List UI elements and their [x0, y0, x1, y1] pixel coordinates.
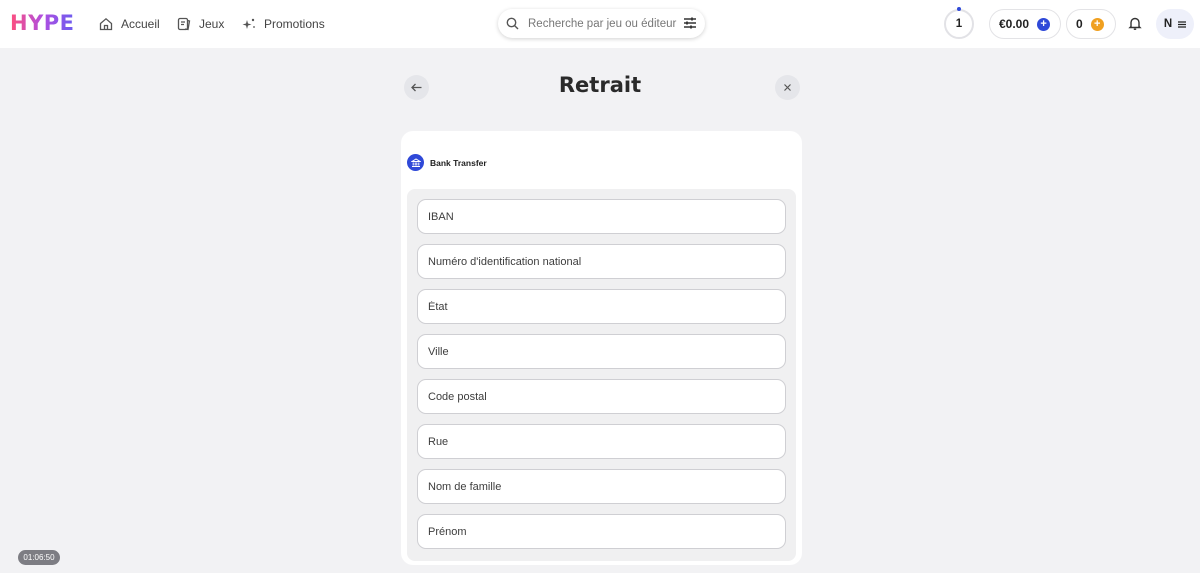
menu-icon — [1178, 20, 1187, 28]
nav-home-label: Accueil — [121, 17, 160, 31]
payment-method[interactable]: Bank Transfer — [407, 154, 487, 171]
national-id-input[interactable] — [428, 255, 785, 268]
balance-pill[interactable]: €0.00 + — [989, 9, 1061, 39]
filter-icon[interactable] — [683, 16, 697, 30]
state-field[interactable] — [417, 289, 786, 324]
avatar-initial: N — [1163, 18, 1173, 30]
first-name-input[interactable] — [428, 525, 785, 538]
coin-plus-icon[interactable]: + — [1090, 17, 1104, 31]
last-name-field[interactable] — [417, 469, 786, 504]
balance-value: €0.00 — [999, 17, 1030, 31]
nav-games[interactable]: Jeux — [177, 14, 224, 34]
session-timer: 01:06:50 — [18, 550, 60, 565]
coins-value: 0 — [1076, 17, 1083, 31]
close-icon — [784, 84, 791, 91]
account-menu-button[interactable]: N — [1156, 9, 1194, 39]
close-button[interactable] — [775, 75, 800, 100]
city-field[interactable] — [417, 334, 786, 369]
nav-promotions-label: Promotions — [264, 17, 325, 31]
top-bar: HYPE Accueil Jeux Promotions 1 €0.00 + 0… — [0, 0, 1200, 48]
arrow-left-icon — [411, 83, 422, 92]
search-input[interactable] — [528, 17, 678, 30]
nav-promotions[interactable]: Promotions — [242, 14, 325, 34]
level-progress-dot — [957, 7, 961, 11]
level-value: 1 — [955, 18, 963, 30]
national-id-field[interactable] — [417, 244, 786, 279]
home-icon — [99, 17, 113, 31]
postal-code-field[interactable] — [417, 379, 786, 414]
postal-code-input[interactable] — [428, 390, 785, 403]
back-button[interactable] — [404, 75, 429, 100]
page-title: Retrait — [558, 73, 642, 97]
street-input[interactable] — [428, 435, 785, 448]
nav-home[interactable]: Accueil — [99, 14, 160, 34]
state-input[interactable] — [428, 300, 785, 313]
logo[interactable]: HYPE — [10, 11, 75, 35]
bank-icon — [407, 154, 424, 171]
games-icon — [177, 17, 191, 31]
sparkle-icon — [242, 18, 255, 29]
nav-games-label: Jeux — [199, 17, 225, 31]
coins-pill[interactable]: 0 + — [1066, 9, 1116, 39]
last-name-input[interactable] — [428, 480, 785, 493]
withdraw-card: Bank Transfer — [401, 131, 802, 565]
payment-method-label: Bank Transfer — [430, 157, 487, 168]
deposit-plus-icon[interactable]: + — [1037, 17, 1051, 31]
withdraw-form — [407, 189, 796, 561]
search-icon — [506, 17, 519, 30]
city-input[interactable] — [428, 345, 785, 358]
first-name-field[interactable] — [417, 514, 786, 549]
iban-field[interactable] — [417, 199, 786, 234]
bell-icon[interactable] — [1128, 16, 1142, 31]
street-field[interactable] — [417, 424, 786, 459]
level-badge[interactable]: 1 — [944, 7, 974, 39]
search-bar — [498, 9, 705, 38]
iban-input[interactable] — [428, 210, 785, 223]
